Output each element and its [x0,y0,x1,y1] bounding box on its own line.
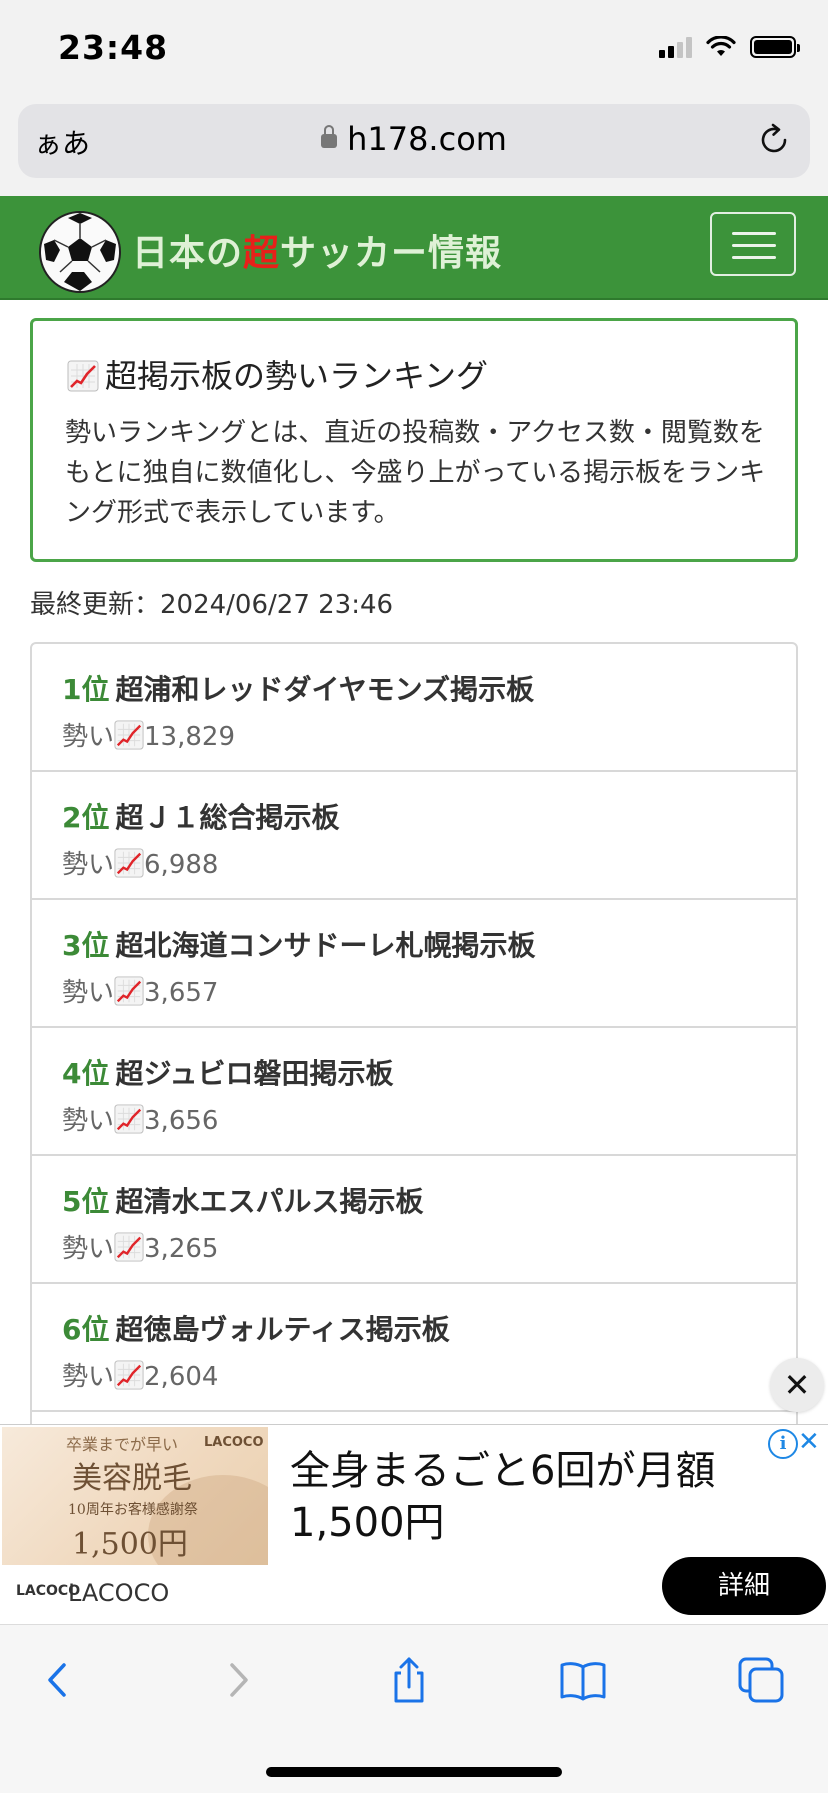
ranking-item-1[interactable]: 1位 超浦和レッドダイヤモンズ掲示板 勢い 13,829 [32,644,796,772]
momentum-score: 6,988 [144,850,219,880]
site-title-part1: 日本の [132,233,244,274]
chart-increasing-icon [114,1232,144,1262]
chart-increasing-icon [67,360,99,392]
info-title: 超掲示板の勢いランキング [67,351,488,397]
ad-detail-button[interactable]: 詳細 [662,1557,826,1615]
cellular-signal-icon [659,36,692,58]
info-description: 勢いランキングとは、直近の投稿数・アクセス数・閲覧数をもとに独自に数値化し、今盛… [65,418,766,528]
ad-footer: LACOCO LACOCO 詳細 [0,1557,828,1625]
momentum-score: 13,829 [144,722,235,752]
close-ad-button[interactable]: ✕ [770,1358,824,1412]
ad-image[interactable]: 卒業までが早い 美容脱毛 10周年お客様感謝祭 1,500円 LACOCO [2,1427,268,1565]
browser-toolbar [0,1624,828,1793]
status-bar: 23:48 [0,0,828,100]
chart-increasing-icon [114,1104,144,1134]
forward-icon[interactable] [212,1655,262,1705]
rank-number: 3位 [62,929,110,962]
rank-number: 5位 [62,1185,110,1218]
chart-increasing-icon [114,848,144,878]
rank-number: 2位 [62,801,110,834]
address-bar[interactable]: ぁあ h178.com [18,104,810,178]
battery-icon [750,36,800,58]
ad-image-text: 1,500円 [72,1527,188,1562]
browser-address-area: ぁあ h178.com [0,100,828,196]
momentum-score: 3,656 [144,1106,219,1136]
url-domain: h178.com [347,120,507,158]
close-icon: ✕ [783,1366,811,1404]
share-icon[interactable] [384,1655,434,1705]
rank-number: 4位 [62,1057,110,1090]
ad-banner[interactable]: 卒業までが早い 美容脱毛 10周年お客様感謝祭 1,500円 LACOCO 全身… [0,1424,828,1625]
site-title-highlight: 超 [243,233,281,274]
hamburger-menu-icon [732,232,776,235]
rank-number: 6位 [62,1313,110,1346]
ad-close-icon[interactable]: ✕ [798,1427,820,1457]
ad-info-icon[interactable]: i [768,1429,798,1459]
ad-image-text: 10周年お客様感謝祭 [68,1502,198,1518]
reload-icon[interactable] [756,122,792,158]
chart-increasing-icon [114,720,144,750]
ad-image-text: 卒業までが早い [66,1435,179,1454]
site-title-part2: サッカー情報 [280,233,503,274]
status-time: 23:48 [58,28,169,67]
back-icon[interactable] [34,1655,84,1705]
wifi-icon [706,36,736,56]
status-icons [659,36,800,58]
momentum-label: 勢い [62,1234,115,1264]
hamburger-menu-button[interactable] [710,212,796,276]
soccer-ball-icon[interactable] [38,210,122,294]
chart-increasing-icon [114,1360,144,1390]
site-title[interactable]: 日本の超サッカー情報 [132,224,502,276]
ranking-item-4[interactable]: 4位 超ジュビロ磐田掲示板 勢い 3,656 [32,1028,796,1156]
bookmarks-icon[interactable] [558,1655,608,1705]
board-name-link[interactable]: 超Ｊ１総合掲示板 [115,801,339,834]
tabs-icon[interactable] [736,1655,786,1705]
momentum-score: 3,657 [144,978,219,1008]
lock-icon [321,125,338,148]
ad-brand-name: LACOCO [68,1579,170,1607]
board-name-link[interactable]: 超ジュビロ磐田掲示板 [115,1057,393,1090]
ad-image-logo: LACOCO [204,1435,264,1450]
ranking-list: 1位 超浦和レッドダイヤモンズ掲示板 勢い 13,829 2位 超Ｊ１総合掲示板 勢い… [30,642,798,1432]
momentum-label: 勢い [62,978,115,1008]
board-name-link[interactable]: 超徳島ヴォルティス掲示板 [115,1313,449,1346]
momentum-label: 勢い [62,1106,115,1136]
ad-image-text: 美容脱毛 [72,1461,192,1496]
url-display[interactable]: h178.com [18,120,810,158]
board-name-link[interactable]: 超北海道コンサドーレ札幌掲示板 [115,929,535,962]
momentum-label: 勢い [62,850,115,880]
ranking-item-6[interactable]: 6位 超徳島ヴォルティス掲示板 勢い 2,604 [32,1284,796,1412]
site-header: 日本の超サッカー情報 [0,196,828,300]
info-box: 超掲示板の勢いランキング 勢いランキングとは、直近の投稿数・アクセス数・閲覧数を… [30,318,798,562]
momentum-score: 3,265 [144,1234,219,1264]
chart-increasing-icon [114,976,144,1006]
rank-number: 1位 [62,673,110,706]
home-indicator[interactable] [266,1767,562,1777]
momentum-label: 勢い [62,1362,115,1392]
board-name-link[interactable]: 超浦和レッドダイヤモンズ掲示板 [115,673,534,706]
ranking-item-3[interactable]: 3位 超北海道コンサドーレ札幌掲示板 勢い 3,657 [32,900,796,1028]
momentum-label: 勢い [62,722,115,752]
board-name-link[interactable]: 超清水エスパルス掲示板 [115,1185,423,1218]
ranking-item-2[interactable]: 2位 超Ｊ１総合掲示板 勢い 6,988 [32,772,796,900]
info-title-text: 超掲示板の勢いランキング [105,357,489,395]
ad-headline[interactable]: 全身まるごと6回が月額1,500円 [290,1445,760,1549]
ranking-item-5[interactable]: 5位 超清水エスパルス掲示板 勢い 3,265 [32,1156,796,1284]
last-updated: 最終更新：2024/06/27 23:46 [30,590,394,620]
momentum-score: 2,604 [144,1362,219,1392]
